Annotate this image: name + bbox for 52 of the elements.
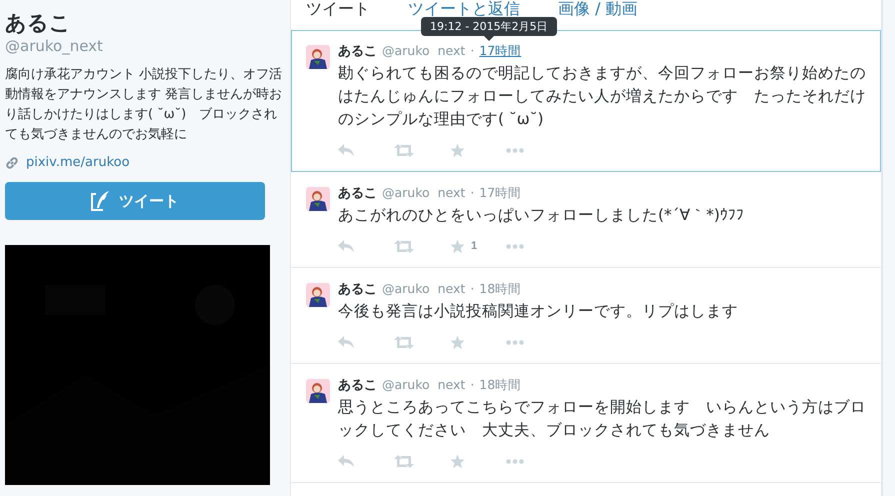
profile-name: あるこ bbox=[5, 10, 72, 36]
tweet-time[interactable]: 18時間 bbox=[479, 281, 522, 297]
tweet-author[interactable]: あるこ bbox=[338, 44, 377, 60]
profile-tab[interactable]: 画像 / 動画 bbox=[558, 0, 638, 18]
more-icon bbox=[506, 244, 524, 248]
retweet-icon bbox=[394, 336, 414, 348]
avatar-icon[interactable] bbox=[306, 187, 330, 211]
tweet-time[interactable]: 18時間 bbox=[479, 377, 522, 393]
favorite-button[interactable]: 1 bbox=[450, 238, 506, 254]
more-icon bbox=[506, 458, 524, 464]
favorite-count: 1 bbox=[471, 240, 478, 252]
retweet-icon bbox=[394, 240, 414, 252]
profile-bio: 腐向け承花アカウント 小説投下したり、オフ活動情報をアナウンスします 発言しませんが時おり話しかけたりはします( ˘ω˘) ブロックされても気づきませんのでお気軽に bbox=[5, 66, 283, 144]
star-icon bbox=[450, 334, 465, 350]
profile-link[interactable]: pixiv.me/arukoo bbox=[26, 155, 130, 170]
tweet-handle[interactable]: @aruko next bbox=[382, 185, 466, 201]
star-icon bbox=[450, 142, 465, 158]
retweet-icon bbox=[394, 144, 414, 156]
profile-tab[interactable]: ツイートと返信 bbox=[408, 0, 520, 18]
tweet-text: 思うところあってこちらでフォローを開始します いらんという方はブロックしてください 大丈夫、ブロックされても気づきません bbox=[338, 397, 867, 441]
tweet-author[interactable]: あるこ bbox=[338, 282, 377, 298]
link-icon bbox=[5, 156, 19, 170]
separator-dot: · bbox=[470, 43, 474, 59]
more-icon bbox=[506, 340, 524, 344]
profile-handle: @aruko_next bbox=[5, 37, 104, 55]
avatar-icon[interactable] bbox=[306, 283, 330, 307]
tweet-button[interactable]: ツイート bbox=[5, 182, 265, 220]
reply-icon bbox=[338, 454, 354, 468]
avatar-icon[interactable] bbox=[306, 45, 330, 69]
star-icon bbox=[450, 454, 465, 468]
tweet-handle[interactable]: @aruko next bbox=[382, 377, 466, 393]
star-icon bbox=[450, 238, 465, 254]
tweet-text: 勘ぐられても困るので明記しておきますが、今回フォローお祭り始めたのはたんじゅんにフォローしてみたい人が増えたからです たったそれだけのシンプルな理由です( ˘ω˘) bbox=[338, 63, 867, 130]
tweet-handle[interactable]: @aruko next bbox=[382, 281, 466, 297]
tweet-text: あこがれのひとをいっぱいフォローしました(*´∀｀*)ｳﾌﾌ bbox=[338, 205, 745, 226]
tweet-author[interactable]: あるこ bbox=[338, 186, 377, 202]
reply-icon bbox=[338, 144, 354, 156]
more-icon bbox=[506, 148, 524, 152]
separator-dot: · bbox=[470, 377, 474, 393]
separator-dot: · bbox=[470, 185, 474, 201]
reply-icon bbox=[338, 240, 354, 252]
tweet-handle[interactable]: @aruko next bbox=[382, 43, 466, 59]
profile-tab[interactable]: ツイート bbox=[306, 0, 370, 18]
tweet-text: 今後も発言は小説投稿関連オンリーです。リプはします bbox=[338, 301, 739, 322]
tweet-author[interactable]: あるこ bbox=[338, 378, 377, 394]
avatar-icon[interactable] bbox=[306, 379, 330, 403]
reply-icon bbox=[338, 336, 354, 348]
tweet-time[interactable]: 17時間 bbox=[479, 185, 522, 201]
separator-dot: · bbox=[470, 281, 474, 297]
tweet-time[interactable]: 17時間 bbox=[479, 43, 522, 59]
retweet-icon bbox=[394, 454, 414, 468]
tooltip-arrow bbox=[484, 36, 494, 41]
